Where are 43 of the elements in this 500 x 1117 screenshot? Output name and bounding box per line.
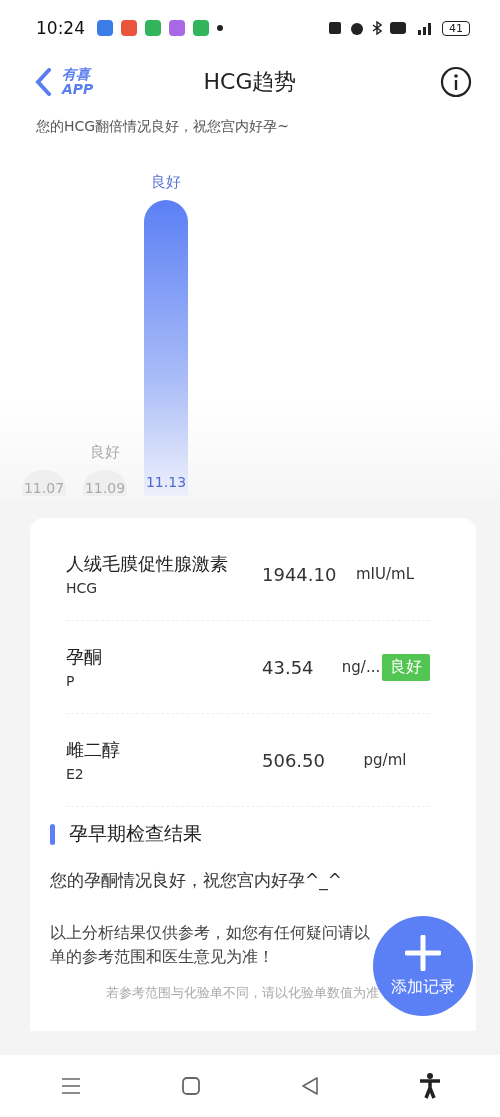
hormone-abbr: P: [66, 673, 75, 689]
trend-summary: 您的HCG翻倍情况良好，祝您宫内好孕~: [36, 118, 289, 134]
hormone-unit: mIU/mL: [355, 565, 414, 583]
disclaimer-text: 单的参考范围和医生意见为准！: [50, 946, 274, 968]
battery-level: 41: [442, 20, 470, 36]
trend-date[interactable]: 11.07: [22, 470, 66, 496]
accessibility-icon[interactable]: [418, 1073, 441, 1099]
home-icon[interactable]: [180, 1076, 201, 1096]
section-marker: [50, 823, 55, 845]
hormone-abbr: E2: [66, 766, 84, 782]
section-title: 孕早期检查结果: [69, 821, 202, 846]
hormone-value: 43.54: [262, 656, 315, 678]
hormone-name: 孕酮: [66, 645, 102, 669]
app-notification-icon: [97, 20, 113, 36]
trend-status: 良好: [90, 443, 120, 462]
trend-status: 良好: [151, 173, 181, 192]
trend-date[interactable]: 11.09: [83, 470, 127, 496]
page-title: HCG趋势: [203, 69, 297, 94]
menu-icon[interactable]: [59, 1077, 82, 1095]
plus-icon: [405, 934, 441, 971]
hormone-unit: pg/ml: [363, 751, 407, 769]
hormone-abbr: HCG: [66, 580, 98, 596]
back-icon[interactable]: [299, 1076, 320, 1096]
hormone-unit: ng/...: [341, 658, 381, 676]
app-notification-icon: [121, 20, 137, 36]
status-time: 10:24: [36, 18, 85, 38]
hormone-name: 雌二醇: [66, 738, 120, 762]
back-icon[interactable]: [34, 68, 52, 96]
hormone-value: 1944.10: [262, 563, 338, 585]
status-badge: 良好: [382, 653, 430, 681]
app-notification-icon: [193, 20, 209, 36]
info-icon[interactable]: [440, 66, 472, 98]
dot-icon: [217, 25, 223, 31]
conclusion-text: 您的孕酮情况良好，祝您宫内好孕^_^: [50, 869, 343, 892]
app-notification-icon: [169, 20, 185, 36]
trend-date: 11.13: [145, 474, 187, 490]
hormone-value: 506.50: [262, 749, 326, 771]
bluetooth-icon: [372, 21, 382, 35]
disclaimer-text: 以上分析结果仅供参考，如您有任何疑问请以: [50, 922, 370, 944]
trend-bar[interactable]: [144, 200, 188, 496]
hormone-name: 人绒毛膜促性腺激素: [66, 552, 228, 576]
app-logo: 有喜 APP: [62, 67, 94, 97]
app-notification-icon: [145, 20, 161, 36]
